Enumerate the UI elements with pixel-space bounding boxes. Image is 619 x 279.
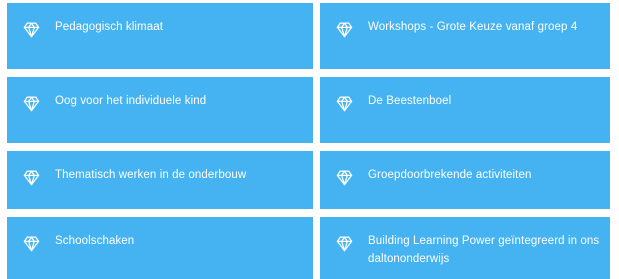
diamond-icon [336,95,353,112]
tile-label: Workshops - Grote Keuze vanaf groep 4 [368,21,578,33]
diamond-icon [336,235,353,252]
diamond-icon [23,169,40,186]
tile-groepdoorbrekende-activiteiten[interactable]: Groepdoorbrekende activiteiten [320,151,610,209]
diamond-icon [23,21,40,38]
tile-label: Groepdoorbrekende activiteiten [368,169,532,181]
diamond-icon [336,169,353,186]
tile-label: Schoolschaken [55,235,135,247]
diamond-icon [23,95,40,112]
tile-schoolschaken[interactable]: Schoolschaken [7,217,313,279]
tile-de-beestenboel[interactable]: De Beestenboel [320,77,610,143]
tile-building-learning-power[interactable]: Building Learning Power geïntegreerd in … [320,217,610,279]
diamond-icon [336,21,353,38]
tile-pedagogisch-klimaat[interactable]: Pedagogisch klimaat [7,3,313,69]
tile-thematisch-werken[interactable]: Thematisch werken in de onderbouw [7,151,313,209]
tile-label: Oog voor het individuele kind [55,95,207,107]
tile-label: De Beestenboel [368,95,452,107]
tile-oog-voor-het-individuele-kind[interactable]: Oog voor het individuele kind [7,77,313,143]
feature-tile-grid: Pedagogisch klimaat Workshops - Grote Ke… [7,3,610,279]
diamond-icon [23,235,40,252]
tile-label: Thematisch werken in de onderbouw [55,169,247,181]
tile-workshops[interactable]: Workshops - Grote Keuze vanaf groep 4 [320,3,610,69]
tile-label: Building Learning Power geïntegreerd in … [368,235,600,265]
tile-label: Pedagogisch klimaat [55,21,164,33]
